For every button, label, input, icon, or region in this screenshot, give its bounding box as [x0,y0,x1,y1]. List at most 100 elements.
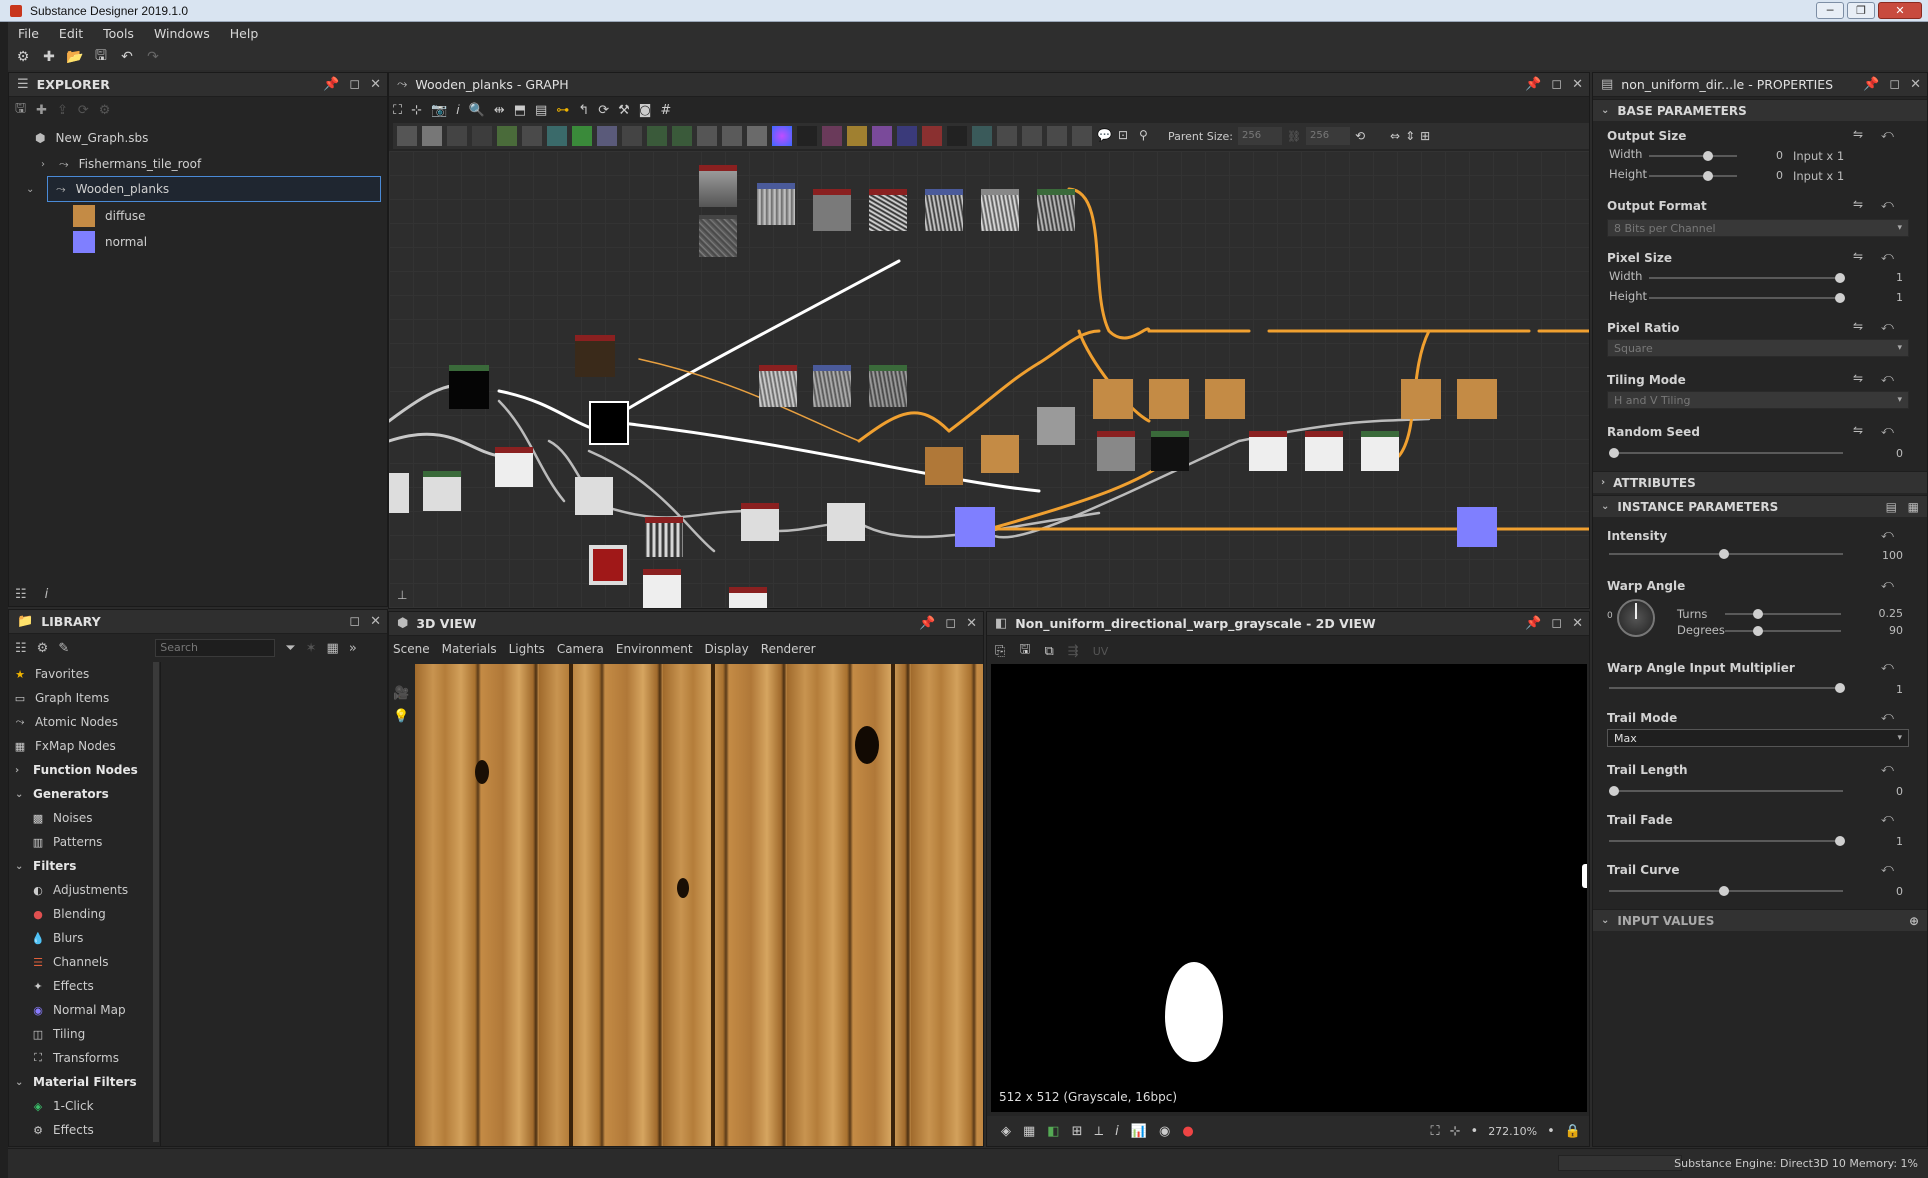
graph-node-selected[interactable] [589,401,629,445]
frame-all-icon[interactable]: ⛶ [393,103,402,118]
menu-lights[interactable]: Lights [509,642,545,656]
library-item-generators[interactable]: ⌄ Generators [9,782,109,806]
float-icon[interactable]: ◻ [1551,77,1562,92]
intensity-slider[interactable] [1609,549,1843,559]
save-icon[interactable]: 🖫 [92,48,110,66]
light-icon[interactable]: 💡 [393,709,409,724]
section-input-values[interactable]: ⌄ INPUT VALUES ⊕ [1593,909,1927,931]
node-curve-icon[interactable] [522,126,542,146]
library-item-fxmap-nodes[interactable]: ▦ FxMap Nodes [9,734,116,758]
trail-curve-value[interactable]: 0 [1863,885,1903,898]
comment-bubble-icon[interactable]: 💬 [1097,128,1113,144]
section-attributes[interactable]: › ATTRIBUTES [1593,471,1927,493]
tile-icon[interactable]: ⊞ [1072,1124,1083,1139]
info-icon[interactable]: i [1115,1124,1119,1139]
new-package-icon[interactable]: ⚙ [14,48,32,66]
graph-node[interactable] [925,189,963,231]
turns-value[interactable]: 0.25 [1863,607,1904,620]
library-item-tiling[interactable]: ◫ Tiling [9,1022,85,1046]
library-item-noises[interactable]: ▩ Noises [9,806,93,830]
slider-knob[interactable] [1753,609,1763,619]
axis-icon[interactable]: ⟂ [1095,1124,1104,1139]
pin-icon[interactable]: ✶ [306,641,317,656]
align-icon[interactable]: ⇹ [494,103,505,118]
node-switch-icon[interactable] [1072,126,1092,146]
graph-node[interactable] [423,471,461,511]
library-scrollbar[interactable] [153,662,159,1142]
pin-icon[interactable]: 📌 [1525,616,1541,631]
float-icon[interactable]: ◻ [1551,616,1562,631]
graph-node[interactable] [741,503,779,541]
trail-curve-slider[interactable] [1609,886,1843,896]
checker-icon[interactable]: ▦ [1023,1124,1035,1139]
graph-node[interactable] [1093,379,1133,419]
node-height-icon[interactable] [747,126,767,146]
output-item-diffuse[interactable]: diffuse [9,203,387,229]
library-item-blending[interactable]: ● Blending [9,902,106,926]
node-shuffle-icon[interactable] [672,126,692,146]
pin-node-icon[interactable]: ⚲ [1139,128,1155,144]
comment-icon[interactable]: ▤ [535,103,547,118]
export-icon[interactable]: ⎘ [995,644,1005,659]
warp-angle-mult-value[interactable]: 1 [1863,683,1903,696]
close-icon[interactable]: ✕ [370,77,381,92]
trail-fade-value[interactable]: 1 [1863,835,1903,848]
collapse-icon[interactable]: ⌄ [26,184,34,195]
output-width-value[interactable]: 0 [1753,149,1783,162]
section-base-parameters[interactable]: ⌄ BASE PARAMETERS [1593,99,1927,121]
maximize-button[interactable]: ❐ [1847,2,1875,19]
library-item-patterns[interactable]: ▥ Patterns [9,830,103,854]
library-item-transforms[interactable]: ⛶ Transforms [9,1046,119,1070]
pin-icon[interactable]: 📌 [323,77,339,92]
graph-node[interactable] [495,447,533,487]
graph-node[interactable] [1037,189,1075,231]
menu-renderer[interactable]: Renderer [761,642,816,656]
slider-knob[interactable] [1609,786,1619,796]
graph-node[interactable] [869,365,907,407]
node-bitmap-icon[interactable] [397,126,417,146]
graph-node-normal[interactable] [955,507,995,547]
menu-file[interactable]: File [18,26,39,41]
graph-node-output-diffuse[interactable] [1457,379,1497,419]
graph-item-fishermans[interactable]: › ⤳ Fishermans_tile_roof [9,151,387,177]
node-transform-icon[interactable] [472,126,492,146]
graph-node[interactable] [1151,431,1189,471]
reset-param-icon[interactable]: ⤺ [1881,761,1894,776]
menu-tools[interactable]: Tools [103,26,134,41]
node-blend-icon[interactable] [997,126,1017,146]
node-levels-icon[interactable] [497,126,517,146]
node-uniform-icon[interactable] [422,126,442,146]
slider-knob[interactable] [1835,836,1845,846]
slider-knob[interactable] [1719,886,1729,896]
graph-item-wooden-planks[interactable]: ⌄ ⤳ Wooden_planks [26,176,381,202]
refresh-icon[interactable]: ⟳ [598,103,609,118]
reset-param-icon[interactable]: ⤺ [1881,709,1894,724]
open-folder-icon[interactable]: 📂 [66,48,84,66]
graph-node[interactable] [1149,379,1189,419]
pixel-width-slider[interactable] [1649,273,1845,283]
section-instance-parameters[interactable]: ⌄ INSTANCE PARAMETERS ▤ ▦ [1593,495,1927,517]
node-normal-icon[interactable] [722,126,742,146]
graph-node[interactable] [757,183,795,225]
save-icon[interactable]: 🖫 [1019,640,1030,662]
save-package-icon[interactable]: 🖫 [15,99,26,121]
redo-icon[interactable]: ↷ [144,48,162,66]
close-icon[interactable]: ✕ [1572,77,1583,92]
parent-size-width[interactable]: 256 [1238,127,1282,145]
slider-knob[interactable] [1719,549,1729,559]
node-warning-icon[interactable] [847,126,867,146]
menu-environment[interactable]: Environment [616,642,693,656]
align-h-icon[interactable]: ⇔ [1390,129,1400,143]
menu-help[interactable]: Help [230,26,259,41]
output-height-value[interactable]: 0 [1753,169,1783,182]
collapse-icon[interactable]: ⌄ [1601,501,1609,512]
expand-icon[interactable]: › [41,159,53,170]
reset-param-icon[interactable]: ⤺ [1881,659,1894,674]
graph-node[interactable] [575,477,613,515]
node-paint-icon[interactable] [922,126,942,146]
library-item-favorites[interactable]: ★ Favorites [9,662,89,686]
slider-knob[interactable] [1703,171,1713,181]
graph-node[interactable] [589,545,627,585]
graph-node[interactable] [1305,431,1343,471]
new-icon[interactable]: ✚ [36,103,47,118]
